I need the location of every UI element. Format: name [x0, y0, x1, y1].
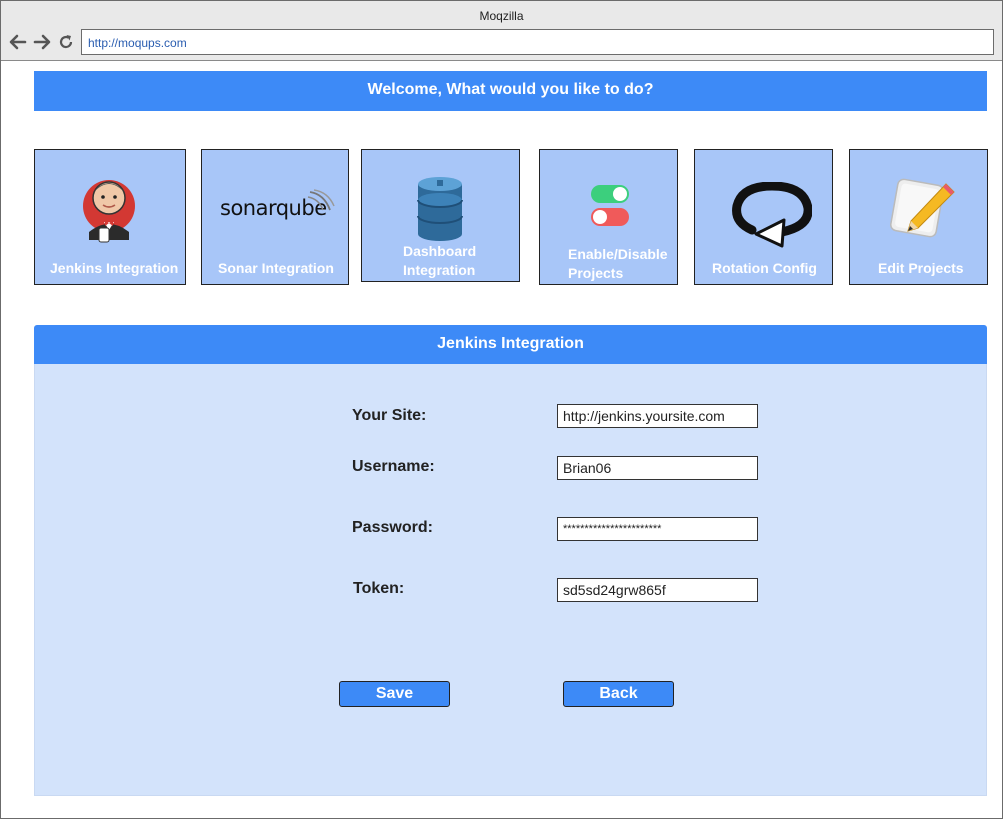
jenkins-form-panel	[34, 364, 987, 796]
back-arrow-icon[interactable]	[8, 32, 28, 52]
sonar-waves-icon	[307, 189, 335, 211]
tile-label: Enable/Disable Projects	[568, 246, 668, 281]
welcome-banner: Welcome, What would you like to do?	[34, 71, 987, 111]
reload-icon[interactable]	[56, 32, 76, 52]
browser-toolbar: http://moqups.com	[1, 27, 1002, 61]
password-field[interactable]	[557, 517, 758, 541]
password-label: Password:	[352, 519, 433, 536]
tile-rotation-config[interactable]: Rotation Config	[694, 149, 833, 285]
pencil-notepad-icon	[890, 178, 955, 238]
username-label: Username:	[352, 458, 435, 475]
window-title: Moqzilla	[1, 1, 1002, 27]
tile-label: Rotation Config	[712, 260, 817, 276]
forward-arrow-icon[interactable]	[32, 32, 52, 52]
site-field[interactable]	[557, 404, 758, 428]
tile-sonar-integration[interactable]: sonarqube Sonar Integration	[201, 149, 349, 285]
tile-label: Dashboard Integration	[403, 243, 477, 278]
token-field[interactable]	[557, 578, 758, 602]
site-label: Your Site:	[352, 407, 427, 424]
database-icon	[417, 177, 463, 241]
tile-label: Sonar Integration	[218, 260, 334, 276]
save-button[interactable]: Save	[339, 681, 450, 707]
address-bar[interactable]: http://moqups.com	[81, 29, 994, 55]
jenkins-butler-icon	[83, 180, 135, 243]
tile-label: Jenkins Integration	[50, 260, 179, 276]
tile-jenkins-integration[interactable]: Jenkins Integration	[34, 149, 186, 285]
username-field[interactable]	[557, 456, 758, 480]
toggle-switches-icon	[591, 185, 629, 226]
token-label: Token:	[353, 580, 405, 597]
tile-label: Edit Projects	[878, 260, 964, 276]
rotation-arrow-icon	[732, 182, 812, 248]
tile-dashboard-integration[interactable]: Dashboard Integration	[361, 149, 520, 282]
panel-title: Jenkins Integration	[34, 325, 987, 364]
tile-edit-projects[interactable]: Edit Projects	[849, 149, 988, 285]
tile-enable-disable-projects[interactable]: Enable/Disable Projects	[539, 149, 678, 285]
browser-window: Moqzilla http://moqups.com Welcome, What…	[0, 0, 1003, 819]
back-button[interactable]: Back	[563, 681, 674, 707]
